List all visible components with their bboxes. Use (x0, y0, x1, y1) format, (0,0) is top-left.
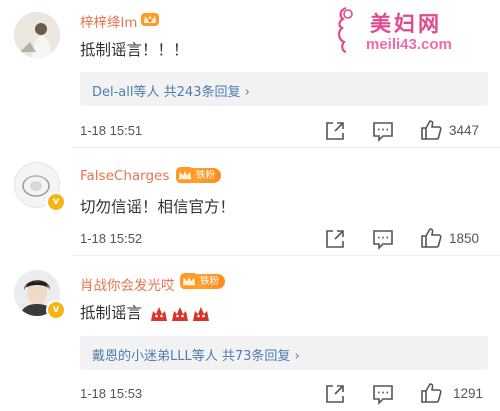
reply-users[interactable]: 戴恩的小迷弟LLL等人 (92, 349, 218, 364)
like-icon[interactable] (419, 226, 443, 250)
crown-badge-icon (176, 166, 195, 184)
comment-icon[interactable] (371, 382, 395, 406)
fan-badge-label: 铁粉 (196, 170, 216, 181)
timestamp: 1-18 15:51 (80, 123, 143, 138)
chevron-right-icon: › (294, 349, 300, 364)
like-count: 1291 (453, 386, 484, 401)
comment-text-body: 抵制谣言 (80, 304, 143, 322)
comment-item: v FalseCharges 铁粉 切勿信谣！相信官方！ 1-18 15:52 … (0, 148, 500, 256)
comment-text: 切勿信谣！相信官方！ (80, 198, 236, 216)
verified-badge: v (46, 192, 66, 212)
like-count: 1850 (449, 231, 480, 246)
comment-text: 抵制谣言 (80, 301, 212, 323)
comment-item: 梓梓绛lm 抵制谣言！！！ Del-all等人 共243条回复 › 1-18 1… (0, 0, 500, 148)
like-icon[interactable] (419, 118, 443, 142)
fan-badge-label: 铁粉 (200, 276, 220, 287)
timestamp: 1-18 15:53 (80, 386, 143, 401)
angry-emoji-icon (150, 306, 167, 321)
username[interactable]: 肖战你会发光哎 (80, 274, 175, 294)
fan-badge[interactable]: 铁粉 (176, 166, 222, 184)
comment-item: v 肖战你会发光哎 铁粉 抵制谣言 戴恩的小迷弟LLL等人 共73条回复 › 1… (0, 256, 500, 411)
replies-box[interactable]: 戴恩的小迷弟LLL等人 共73条回复 › (80, 336, 488, 370)
reply-count[interactable]: 共73条回复 (222, 349, 291, 364)
crown-badge-icon[interactable] (140, 11, 160, 27)
angry-emoji-icon (171, 306, 188, 321)
verified-badge: v (46, 300, 66, 320)
like-icon[interactable] (419, 381, 443, 405)
chevron-right-icon: › (244, 85, 250, 100)
share-icon[interactable] (323, 119, 347, 143)
timestamp: 1-18 15:52 (80, 231, 143, 246)
fan-badge[interactable]: 铁粉 (180, 272, 226, 290)
like-count: 3447 (449, 123, 480, 138)
angry-emoji-icon (192, 306, 209, 321)
comment-icon[interactable] (371, 119, 395, 143)
comment-text: 抵制谣言！！！ (80, 41, 189, 59)
replies-summary[interactable]: Del-all等人 共243条回复 › (92, 81, 250, 100)
username[interactable]: FalseCharges (80, 168, 169, 184)
comment-icon[interactable] (371, 227, 395, 251)
username[interactable]: 梓梓绛lm (80, 11, 137, 31)
reply-users[interactable]: Del-all等人 (92, 85, 160, 100)
replies-summary[interactable]: 戴恩的小迷弟LLL等人 共73条回复 › (92, 345, 300, 364)
replies-box[interactable]: Del-all等人 共243条回复 › (80, 72, 488, 106)
avatar[interactable] (14, 12, 60, 58)
reply-count[interactable]: 共243条回复 (164, 85, 241, 100)
crown-badge-icon (180, 272, 199, 290)
share-icon[interactable] (323, 382, 347, 406)
share-icon[interactable] (323, 227, 347, 251)
avatar-photo (14, 12, 60, 58)
emoji-group (149, 304, 212, 323)
